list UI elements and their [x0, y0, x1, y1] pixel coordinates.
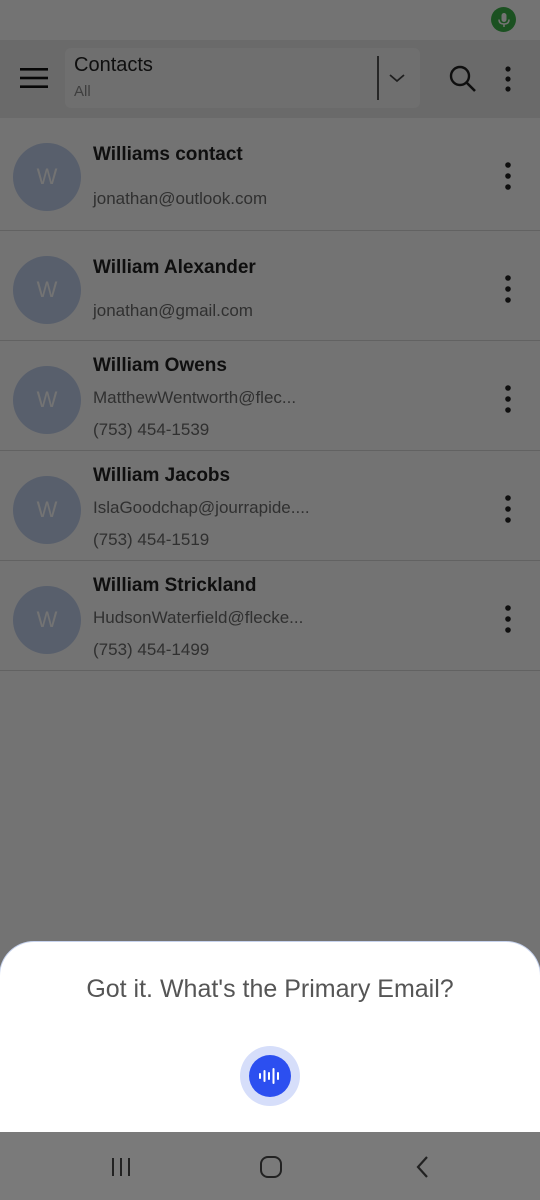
contact-name: William Strickland: [93, 575, 257, 596]
contact-row[interactable]: W William Jacobs IslaGoodchap@jourrapide…: [0, 451, 540, 561]
contact-name: William Owens: [93, 355, 227, 376]
assistant-prompt: Got it. What's the Primary Email?: [86, 975, 454, 1003]
more-vertical-icon[interactable]: [494, 381, 522, 417]
contacts-filter-dropdown[interactable]: Contacts All: [65, 48, 420, 108]
avatar: W: [13, 586, 81, 654]
hamburger-menu-icon[interactable]: [14, 60, 54, 96]
back-icon[interactable]: [408, 1152, 438, 1182]
more-vertical-icon[interactable]: [494, 62, 522, 96]
contact-name: Williams contact: [93, 144, 243, 165]
avatar: W: [13, 256, 81, 324]
app-bar: Contacts All: [0, 40, 540, 118]
more-vertical-icon[interactable]: [494, 158, 522, 194]
contact-phone: (753) 454-1539: [93, 420, 210, 439]
contact-name: William Jacobs: [93, 465, 231, 486]
avatar: W: [13, 366, 81, 434]
contact-row[interactable]: W William Strickland HudsonWaterfield@fl…: [0, 561, 540, 671]
contact-phone: (753) 454-1499: [93, 640, 210, 659]
search-icon[interactable]: [446, 62, 480, 96]
contact-email: jonathan@outlook.com: [93, 189, 268, 208]
voice-waveform-icon: [249, 1055, 291, 1097]
contact-email: IslaGoodchap@jourrapide....: [93, 498, 310, 517]
dropdown-divider: [377, 56, 379, 100]
more-vertical-icon[interactable]: [494, 601, 522, 637]
contact-row[interactable]: W William Alexander jonathan@gmail.com: [0, 231, 540, 341]
contact-row[interactable]: W Williams contact jonathan@outlook.com: [0, 118, 540, 231]
recent-apps-icon[interactable]: [106, 1152, 136, 1182]
contact-name: William Alexander: [93, 257, 256, 278]
contact-list: W Williams contact jonathan@outlook.com …: [0, 118, 540, 671]
contact-email: jonathan@gmail.com: [93, 301, 253, 320]
voice-assistant-sheet: Got it. What's the Primary Email?: [0, 942, 540, 1132]
avatar: W: [13, 476, 81, 544]
filter-value: All: [74, 83, 91, 100]
status-bar: [0, 0, 540, 40]
home-icon[interactable]: [256, 1152, 286, 1182]
contact-row[interactable]: W William Owens MatthewWentworth@flec...…: [0, 341, 540, 451]
avatar: W: [13, 143, 81, 211]
more-vertical-icon[interactable]: [494, 491, 522, 527]
system-nav-bar: [0, 1132, 540, 1200]
page-title: Contacts: [74, 54, 153, 76]
contact-email: MatthewWentworth@flec...: [93, 388, 297, 407]
microphone-icon: [491, 7, 516, 32]
contact-phone: (753) 454-1519: [93, 530, 210, 549]
voice-input-button[interactable]: [240, 1046, 300, 1106]
chevron-down-icon[interactable]: [385, 66, 409, 90]
more-vertical-icon[interactable]: [494, 271, 522, 307]
contact-email: HudsonWaterfield@flecke...: [93, 608, 304, 627]
